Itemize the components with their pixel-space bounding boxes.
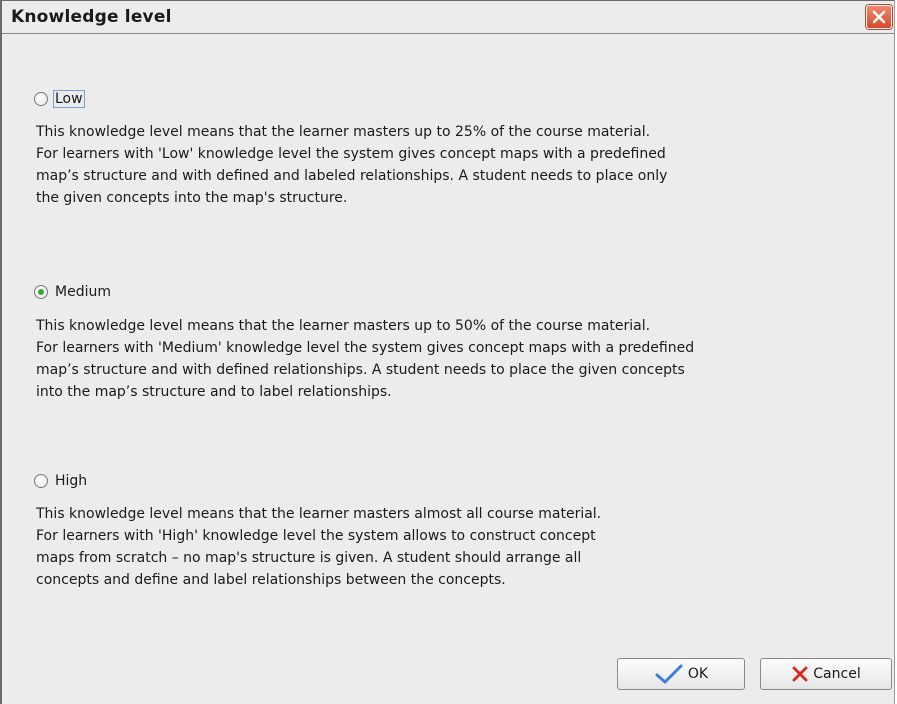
ok-button[interactable]: OK [617, 658, 745, 690]
description-low: This knowledge level means that the lear… [36, 121, 836, 209]
ok-label: OK [687, 666, 709, 682]
description-high: This knowledge level means that the lear… [36, 503, 836, 591]
description-line: For learners with 'High' knowledge level… [36, 528, 596, 544]
cancel-button[interactable]: Cancel [760, 658, 892, 690]
description-line: into the map’s structure and to label re… [36, 384, 392, 400]
description-medium: This knowledge level means that the lear… [36, 315, 836, 403]
dialog-title: Knowledge level [11, 7, 172, 27]
description-line: For learners with 'Medium' knowledge lev… [36, 340, 695, 356]
close-icon [872, 10, 886, 24]
description-line: This knowledge level means that the lear… [36, 506, 602, 522]
option-label-high[interactable]: High [53, 472, 89, 490]
dialog-window: Knowledge level Low This knowledge level… [0, 0, 895, 704]
description-line: map’s structure and with defined and lab… [36, 168, 668, 184]
radio-option-medium[interactable]: Medium [34, 283, 113, 301]
x-icon [791, 665, 809, 683]
option-label-low[interactable]: Low [53, 90, 85, 108]
description-line: concepts and define and label relationsh… [36, 572, 506, 588]
dialog-content: Low This knowledge level means that the … [2, 34, 894, 704]
radio-low[interactable] [34, 92, 48, 106]
description-line: This knowledge level means that the lear… [36, 318, 651, 334]
radio-option-low[interactable]: Low [34, 90, 85, 108]
radio-high[interactable] [34, 474, 48, 488]
description-line: For learners with 'Low' knowledge level … [36, 146, 666, 162]
description-line: maps from scratch – no map's structure i… [36, 550, 582, 566]
radio-option-high[interactable]: High [34, 472, 89, 490]
description-line: map’s structure and with defined relatio… [36, 362, 685, 378]
checkmark-icon [654, 663, 684, 685]
description-line: the given concepts into the map's struct… [36, 190, 348, 206]
option-label-medium[interactable]: Medium [53, 283, 113, 301]
title-bar[interactable]: Knowledge level [2, 1, 894, 34]
cancel-label: Cancel [813, 666, 861, 682]
description-line: This knowledge level means that the lear… [36, 124, 651, 140]
close-button[interactable] [866, 5, 892, 29]
radio-medium[interactable] [34, 285, 48, 299]
